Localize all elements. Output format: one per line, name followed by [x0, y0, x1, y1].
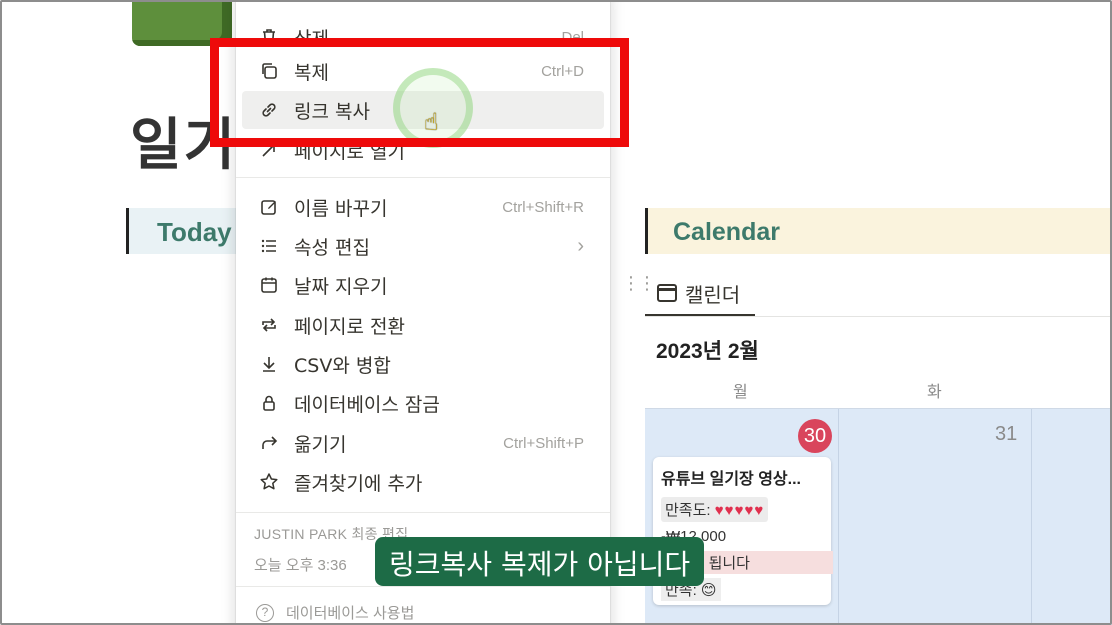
chevron-right-icon: › [577, 234, 584, 257]
menu-item-label: 페이지로 전환 [294, 315, 405, 338]
subtitle-caption: 링크복사 복제가 아닙니다 [375, 537, 705, 586]
move-icon [258, 432, 280, 454]
day-number: 31 [995, 423, 1018, 445]
menu-item-label: CSV와 병합 [294, 354, 391, 377]
tab-label: 캘린더 [685, 284, 741, 307]
event-rating: 만족도: ♥♥♥♥♥ [661, 497, 769, 522]
menu-item-clear-dates[interactable]: 날짜 지우기 [242, 266, 604, 304]
menu-item-lock-database[interactable]: 데이터베이스 잠금 [242, 384, 604, 422]
help-icon: ? [256, 603, 274, 622]
calendar-callout: Calendar [645, 208, 1112, 254]
calendar-clear-icon [258, 274, 280, 296]
menu-item-move-to[interactable]: 옮기기 Ctrl+Shift+P [242, 424, 604, 462]
highlight-annotation [210, 38, 629, 147]
star-icon [258, 471, 280, 493]
divider [645, 316, 1112, 317]
menu-item-shortcut: Ctrl+Shift+P [503, 434, 584, 452]
convert-icon [258, 314, 280, 336]
tab-calendar-view[interactable]: 캘린더 [645, 272, 755, 316]
weekday-tuesday: 화 [927, 384, 942, 401]
rename-icon [258, 196, 280, 218]
lock-icon [258, 392, 280, 414]
menu-item-rename[interactable]: 이름 바꾸기 Ctrl+Shift+R [242, 188, 604, 226]
menu-item-add-to-favorites[interactable]: 즐겨찾기에 추가 [242, 463, 604, 501]
menu-item-label: 옮기기 [294, 433, 347, 456]
menu-item-shortcut: Ctrl+Shift+R [502, 198, 584, 216]
event-title: 유튜브 일기장 영상... [661, 471, 801, 488]
menu-item-label: 날짜 지우기 [294, 275, 388, 298]
menu-divider [236, 177, 610, 178]
list-icon [258, 235, 280, 257]
menu-item-label: 이름 바꾸기 [294, 197, 388, 220]
grid-line [838, 409, 839, 625]
menu-item-merge-csv[interactable]: CSV와 병합 [242, 345, 604, 383]
calendar-grid: 30 31 유튜브 일기장 영상... 만족도: ♥♥♥♥♥ -₩12,000 … [645, 408, 1112, 625]
today-heading: Today [157, 217, 232, 247]
menu-item-label: 속성 편집 [294, 236, 370, 259]
last-edited-time: 오늘 오후 3:36 [254, 557, 347, 574]
calendar-heading: Calendar [673, 218, 780, 246]
menu-divider [236, 512, 610, 513]
rating-label: 만족도: [665, 502, 711, 519]
download-icon [258, 353, 280, 375]
menu-divider [236, 586, 610, 587]
menu-item-label: 데이터베이스 잠금 [294, 393, 440, 416]
day-number-today: 30 [798, 419, 832, 453]
month-label: 2023년 2월 [656, 340, 759, 363]
weekday-monday: 월 [733, 384, 748, 401]
hearts-icon: ♥♥♥♥♥ [714, 502, 765, 519]
calendar-icon [657, 284, 677, 302]
menu-item-edit-properties[interactable]: 속성 편집 › [242, 227, 604, 265]
grid-line [1031, 409, 1032, 625]
today-callout: Today [126, 208, 246, 254]
menu-item-label: 즐겨찾기에 추가 [294, 472, 423, 495]
help-link[interactable]: ? 데이터베이스 사용법 [256, 602, 414, 623]
help-label: 데이터베이스 사용법 [286, 605, 415, 622]
menu-item-turn-into-page[interactable]: 페이지로 전환 [242, 306, 604, 344]
